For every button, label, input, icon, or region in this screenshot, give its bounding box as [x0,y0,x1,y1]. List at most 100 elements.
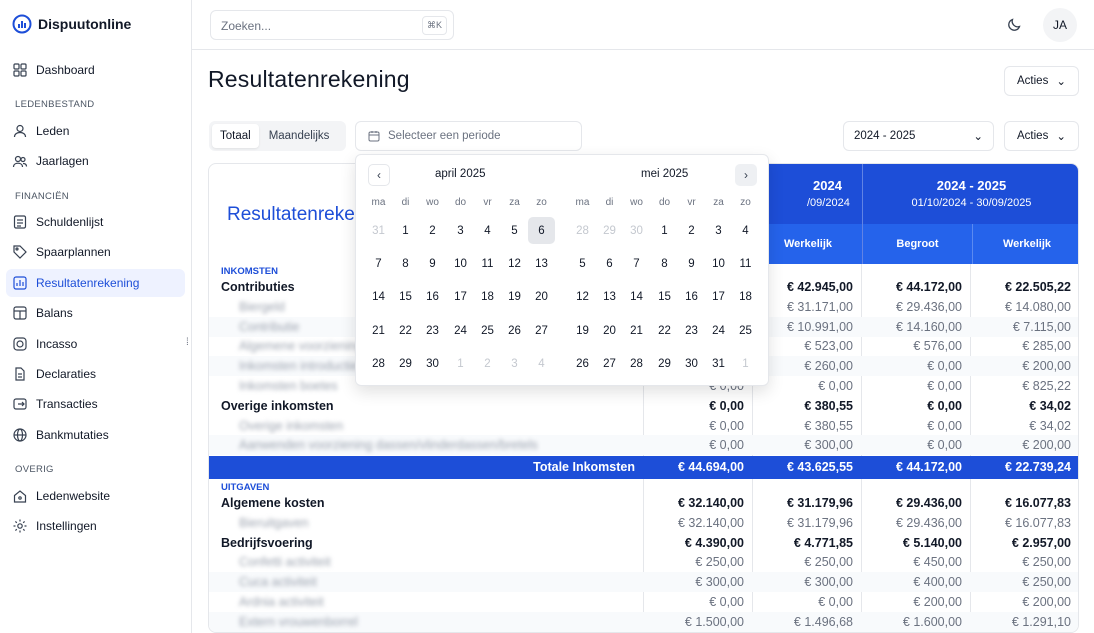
calendar-day[interactable]: 4 [474,217,501,244]
calendar-day[interactable]: 11 [732,250,759,277]
table-row[interactable]: Confetti activiteit € 250,00 € 250,00 € 450… [209,552,1078,572]
calendar-day[interactable]: 29 [651,350,678,377]
calendar-day[interactable]: 16 [678,283,705,310]
calendar-day[interactable]: 23 [678,317,705,344]
calendar-day[interactable]: 6 [596,250,623,277]
calendar-day[interactable]: 22 [392,317,419,344]
calendar-day[interactable]: 5 [569,250,596,277]
calendar-day[interactable]: 17 [447,283,474,310]
calendar-day[interactable]: 5 [501,217,528,244]
table-row[interactable]: Overige inkomsten € 0,00 € 380,55 € 0,00 € 3… [209,396,1078,416]
calendar-day[interactable]: 1 [732,350,759,377]
calendar-day[interactable]: 2 [419,217,446,244]
calendar-day[interactable]: 8 [392,250,419,277]
table-row[interactable]: Overige inkomsten € 0,00 € 380,55 € 0,00 € 3… [209,416,1078,436]
calendar-day[interactable]: 7 [623,250,650,277]
calendar-day[interactable]: 19 [501,283,528,310]
calendar-day[interactable]: 27 [596,350,623,377]
calendar-day[interactable]: 26 [501,317,528,344]
calendar-day[interactable]: 11 [474,250,501,277]
table-row[interactable]: Bedrijfsvoering € 4.390,00 € 4.771,85 € 5.1… [209,533,1078,553]
table-row[interactable]: Ardnia activiteit € 0,00 € 0,00 € 200,00 € 2… [209,592,1078,612]
calendar-day[interactable]: 10 [705,250,732,277]
prev-month-button[interactable]: ‹ [368,164,390,186]
actions-button[interactable]: Acties ⌄ [1004,66,1079,96]
calendar-day[interactable]: 2 [678,217,705,244]
year-select[interactable]: 2024 - 2025 ⌄ [843,121,994,151]
calendar-day[interactable]: 14 [365,283,392,310]
sidebar-item-balans[interactable]: Balans [6,299,185,327]
search-input[interactable]: Zoeken... ⌘K [210,10,454,40]
calendar-day[interactable]: 1 [447,350,474,377]
sidebar-item-schuldenlijst[interactable]: Schuldenlijst [6,208,185,236]
calendar-day[interactable]: 28 [365,350,392,377]
calendar-day[interactable]: 28 [623,350,650,377]
calendar-day[interactable]: 10 [447,250,474,277]
calendar-day[interactable]: 3 [501,350,528,377]
calendar-day[interactable]: 27 [528,317,555,344]
calendar-day[interactable]: 28 [569,217,596,244]
calendar-day[interactable]: 21 [365,317,392,344]
calendar-day[interactable]: 30 [678,350,705,377]
next-month-button[interactable]: › [735,164,757,186]
calendar-day[interactable]: 22 [651,317,678,344]
calendar-day[interactable]: 7 [365,250,392,277]
brand[interactable]: Dispuutonline [12,14,131,34]
calendar-day[interactable]: 18 [474,283,501,310]
tab-maandelijks[interactable]: Maandelijks [261,124,338,148]
avatar[interactable]: JA [1043,8,1077,42]
sidebar-item-incasso[interactable]: Incasso [6,330,185,358]
calendar-day[interactable]: 3 [705,217,732,244]
calendar-day[interactable]: 26 [569,350,596,377]
tab-totaal[interactable]: Totaal [212,124,259,148]
calendar-day[interactable]: 20 [596,317,623,344]
calendar-day[interactable]: 21 [623,317,650,344]
sidebar-item-spaarplannen[interactable]: Spaarplannen [6,238,185,266]
calendar-day[interactable]: 20 [528,283,555,310]
period-picker[interactable]: Selecteer een periode [355,121,582,151]
calendar-day[interactable]: 30 [419,350,446,377]
calendar-day[interactable]: 3 [447,217,474,244]
calendar-day[interactable]: 31 [705,350,732,377]
calendar-day[interactable]: 4 [732,217,759,244]
calendar-day[interactable]: 29 [392,350,419,377]
calendar-day[interactable]: 30 [623,217,650,244]
calendar-day[interactable]: 19 [569,317,596,344]
calendar-day[interactable]: 12 [569,283,596,310]
calendar-day[interactable]: 31 [365,217,392,244]
table-row[interactable]: Bieruitgaven € 32.140,00 € 31.179,96 € 29.4… [209,513,1078,533]
sidebar-item-resultatenrekening[interactable]: Resultatenrekening [6,269,185,297]
table-row[interactable]: Extern vrouwenborrel € 1.500,00 € 1.496,68… [209,611,1078,632]
calendar-day[interactable]: 15 [651,283,678,310]
calendar-day[interactable]: 13 [596,283,623,310]
sidebar-item-jaarlagen[interactable]: Jaarlagen [6,147,185,175]
calendar-day[interactable]: 14 [623,283,650,310]
sidebar-item-dashboard[interactable]: Dashboard [6,56,185,84]
calendar-day[interactable]: 12 [501,250,528,277]
sidebar-item-bankmutaties[interactable]: Bankmutaties [6,421,185,449]
table-row[interactable]: Algemene kosten € 32.140,00 € 31.179,96 € 2… [209,493,1078,513]
sidebar-item-leden[interactable]: Leden [6,117,185,145]
sidebar-item-declaraties[interactable]: Declaraties [6,360,185,388]
calendar-day[interactable]: 15 [392,283,419,310]
table-row[interactable]: Aanwenden voorziening dassen/vlinderdass… [209,435,1078,456]
calendar-day[interactable]: 13 [528,250,555,277]
calendar-day[interactable]: 29 [596,217,623,244]
calendar-day[interactable]: 9 [419,250,446,277]
calendar-day[interactable]: 24 [705,317,732,344]
calendar-day[interactable]: 23 [419,317,446,344]
calendar-day[interactable]: 8 [651,250,678,277]
sidebar-item-ledenwebsite[interactable]: Ledenwebsite [6,482,185,510]
calendar-day[interactable]: 25 [474,317,501,344]
calendar-day[interactable]: 2 [474,350,501,377]
actions-button-secondary[interactable]: Acties ⌄ [1004,121,1079,151]
sidebar-item-transacties[interactable]: Transacties [6,390,185,418]
moon-icon[interactable] [1007,16,1023,32]
sidebar-item-instellingen[interactable]: Instellingen [6,512,185,540]
calendar-day[interactable]: 16 [419,283,446,310]
calendar-day[interactable]: 9 [678,250,705,277]
calendar-day[interactable]: 1 [392,217,419,244]
calendar-day[interactable]: 4 [528,350,555,377]
table-row[interactable]: Cuca activiteit € 300,00 € 300,00 € 400,00 €… [209,572,1078,593]
calendar-day[interactable]: 25 [732,317,759,344]
